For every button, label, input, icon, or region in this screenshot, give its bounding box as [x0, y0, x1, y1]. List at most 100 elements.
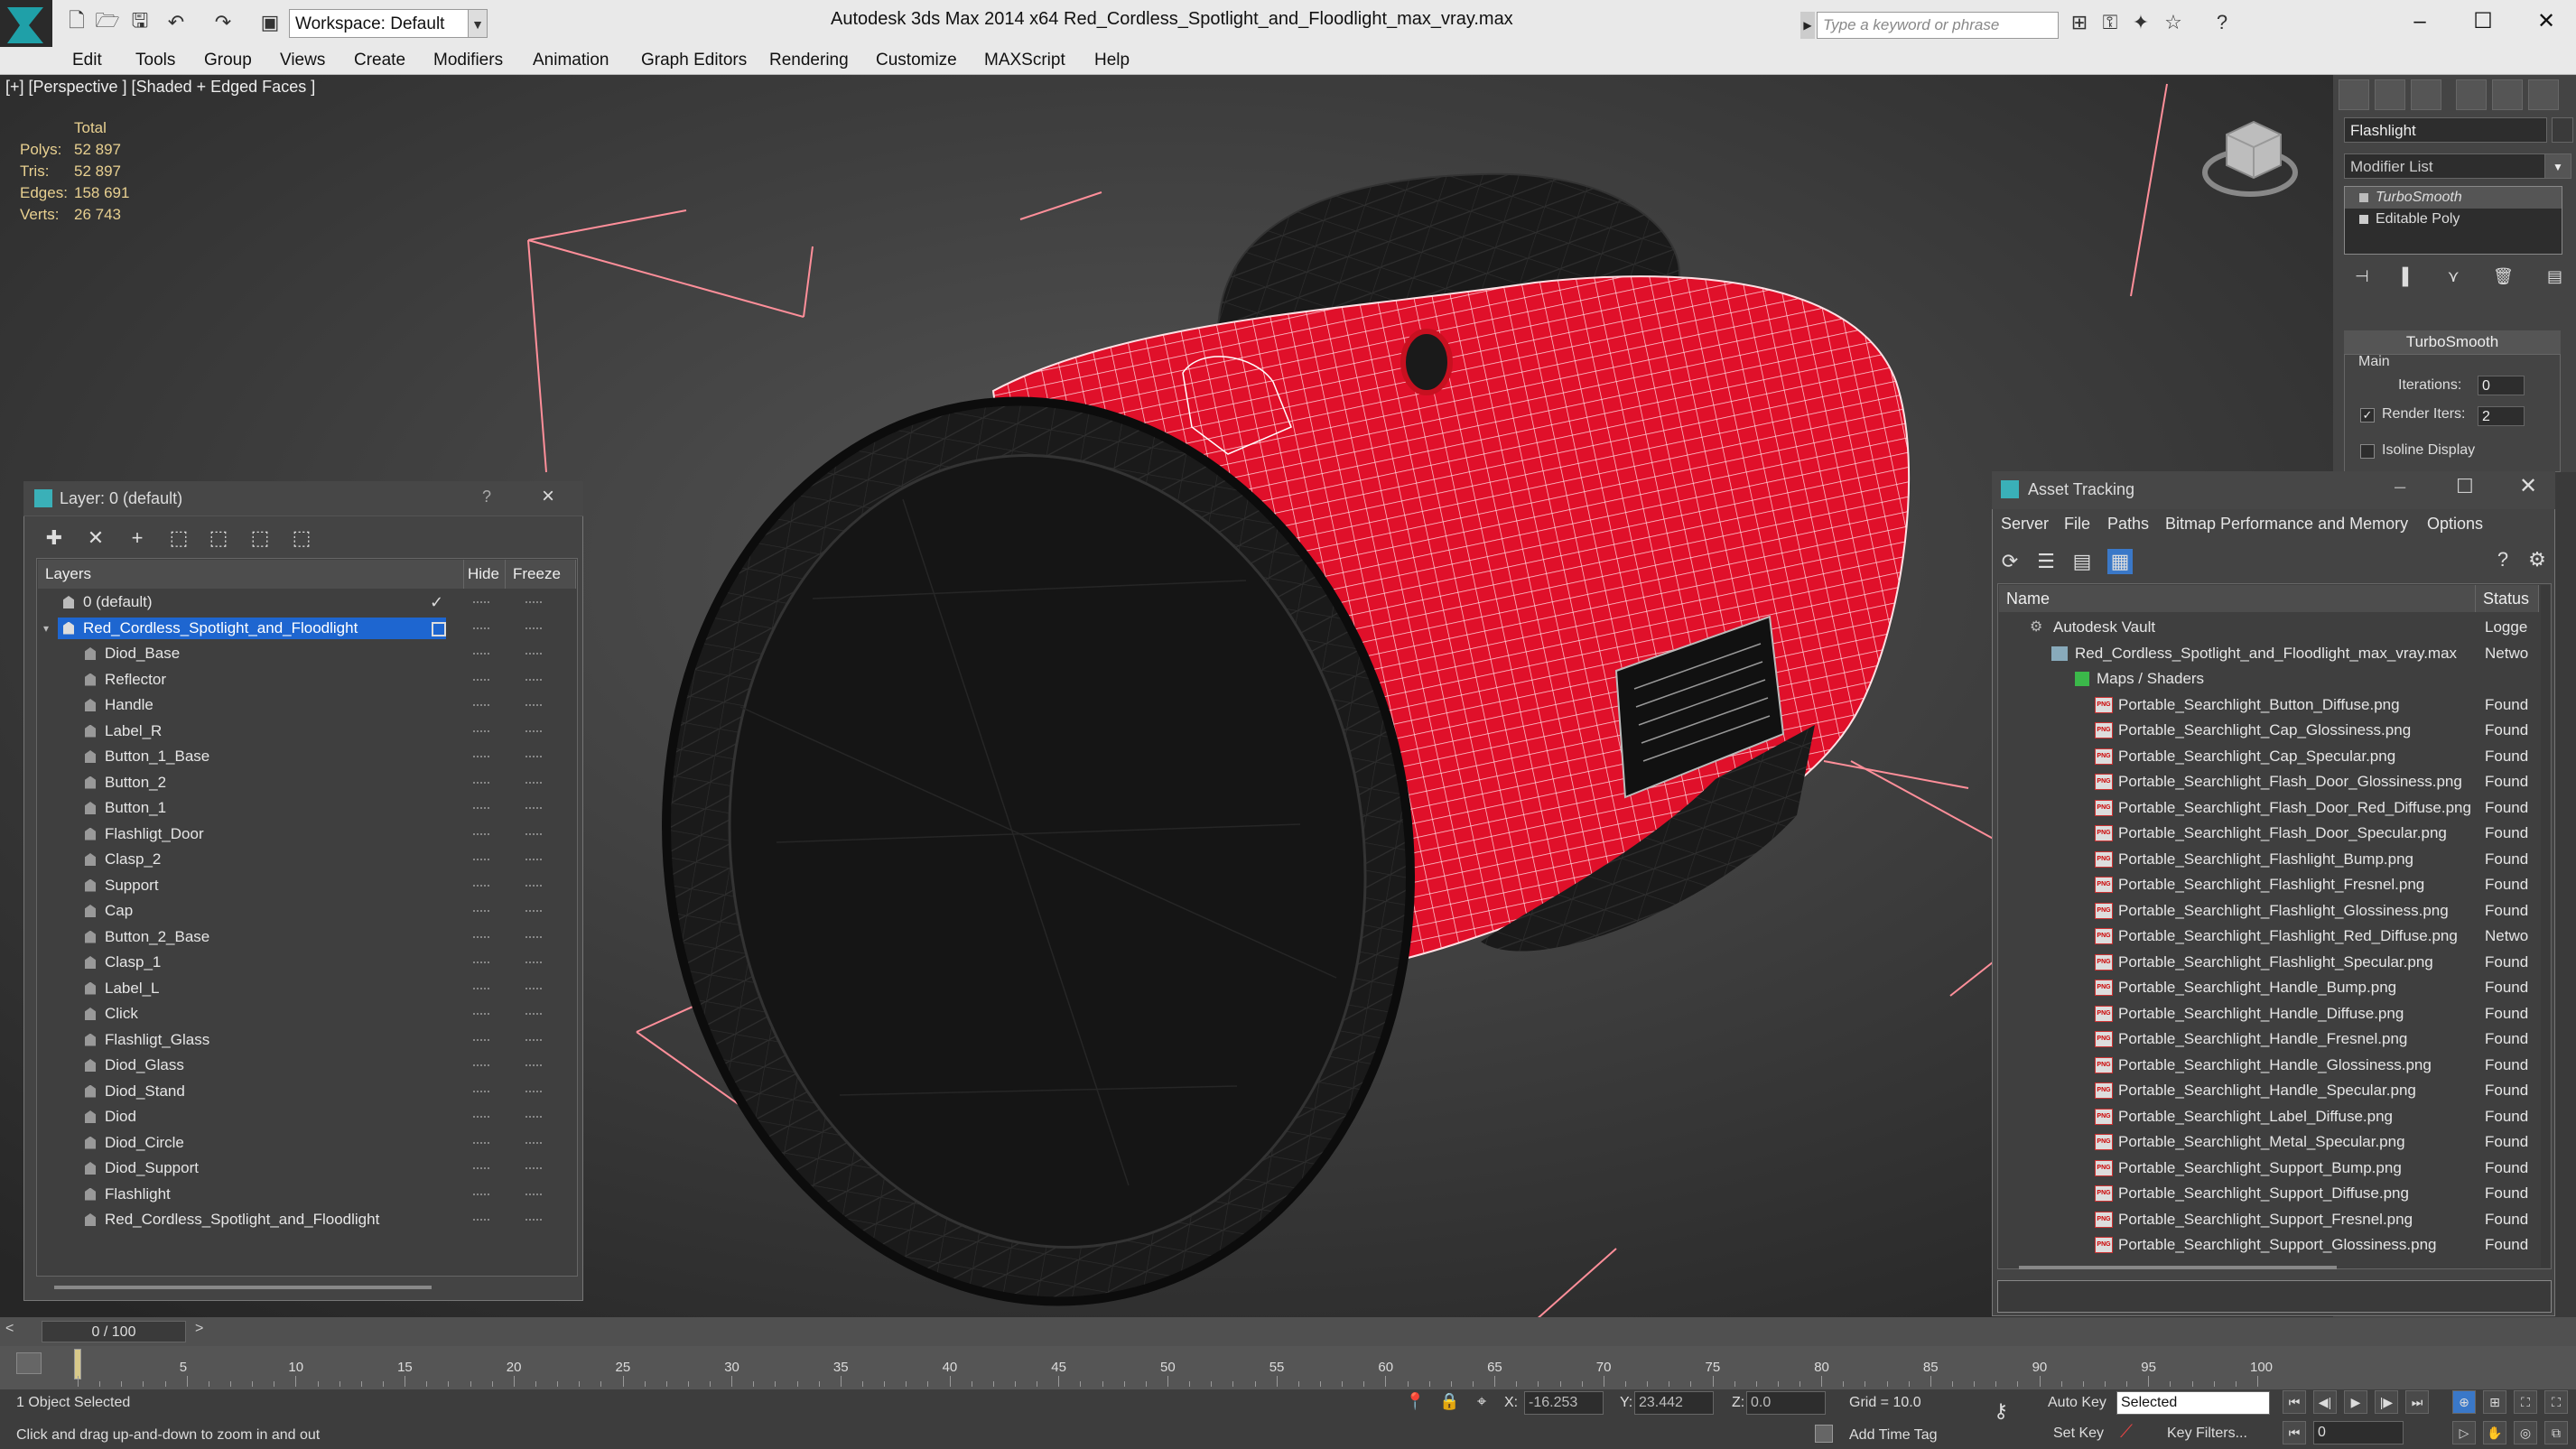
show-end-result-icon[interactable]: ▌ — [2403, 267, 2414, 294]
add-to-layer-icon[interactable]: + — [125, 525, 150, 551]
key-filters-button[interactable]: Key Filters... — [2167, 1426, 2247, 1442]
communication-icon[interactable]: ✦ — [2127, 9, 2154, 36]
key-mode-icon[interactable]: ⏮ — [2283, 1421, 2306, 1444]
layer-row-default[interactable]: 0 (default) ✓ — [38, 590, 576, 616]
freeze-toggle[interactable] — [525, 756, 542, 761]
layer-object-row[interactable]: Click — [38, 1001, 576, 1027]
hide-toggle[interactable] — [473, 987, 489, 993]
layer-object-row[interactable]: Button_1 — [38, 795, 576, 822]
hide-toggle[interactable] — [473, 1219, 489, 1224]
render-iters-checkbox[interactable]: ✓ — [2360, 408, 2375, 423]
make-unique-icon[interactable]: ⋎ — [2448, 267, 2460, 294]
help-icon[interactable]: ? — [2209, 9, 2236, 36]
asset-map-row[interactable]: PNG Portable_Searchlight_Flashlight_Bump.… — [1999, 847, 2539, 873]
freeze-toggle[interactable] — [525, 1038, 542, 1045]
layer-object-row[interactable]: Diod — [38, 1104, 576, 1130]
search-input[interactable]: Type a keyword or phrase — [1817, 12, 2059, 39]
layer-object-row[interactable]: Diod_Stand — [38, 1079, 576, 1105]
asset-map-row[interactable]: PNG Portable_Searchlight_Metal_Specular.p… — [1999, 1129, 2539, 1156]
key-set-dropdown[interactable]: Selected — [2116, 1391, 2270, 1415]
menu-modifiers[interactable]: Modifiers — [433, 47, 503, 74]
asset-map-row[interactable]: PNG Portable_Searchlight_Flashlight_Gloss… — [1999, 898, 2539, 924]
collapse-icon[interactable]: ▾ — [43, 616, 49, 642]
zoom-extents-icon[interactable]: ⛶ — [2514, 1390, 2537, 1414]
hide-toggle[interactable] — [473, 935, 489, 942]
layer-object-row[interactable]: Flashligt_Glass — [38, 1027, 576, 1054]
hide-toggle[interactable] — [473, 729, 489, 736]
hide-toggle[interactable] — [473, 1193, 489, 1199]
tree-view-icon[interactable]: ▤ — [2069, 549, 2095, 574]
iterations-spinner[interactable]: 0 — [2478, 376, 2525, 395]
settings-icon[interactable]: ⚙ — [2525, 547, 2550, 572]
save-icon[interactable]: 🖫 — [126, 9, 153, 36]
hide-toggle[interactable] — [473, 807, 489, 813]
turbosmooth-rollout-header[interactable]: TurboSmooth — [2344, 330, 2561, 354]
asset-map-row[interactable]: PNG Portable_Searchlight_Handle_Diffuse.p… — [1999, 1001, 2539, 1027]
freeze-toggle[interactable] — [525, 987, 542, 993]
freeze-toggle[interactable] — [525, 1090, 542, 1096]
freeze-toggle[interactable] — [525, 961, 542, 967]
asset-menu-paths[interactable]: Paths — [2107, 515, 2149, 534]
asset-map-row[interactable]: PNG Portable_Searchlight_Cap_Glossiness.p… — [1999, 718, 2539, 744]
current-frame-field[interactable]: 0 — [2313, 1421, 2404, 1444]
menu-help[interactable]: Help — [1094, 47, 1130, 74]
freeze-toggle[interactable] — [525, 653, 542, 658]
delete-layer-icon[interactable]: ✕ — [83, 525, 108, 551]
add-time-tag-button[interactable]: Add Time Tag — [1849, 1427, 1938, 1444]
maximize-viewport-icon[interactable]: ⧉ — [2544, 1421, 2568, 1444]
asset-map-row[interactable]: PNG Portable_Searchlight_Label_Diffuse.pn… — [1999, 1104, 2539, 1130]
hide-toggle[interactable] — [473, 704, 489, 710]
hierarchy-tab-icon[interactable] — [2411, 79, 2441, 110]
display-tab-icon[interactable] — [2492, 79, 2523, 110]
layer-object-row[interactable]: Flashlight — [38, 1182, 576, 1208]
minimize-icon[interactable]: – — [2395, 475, 2405, 498]
vertical-scrollbar[interactable] — [2541, 585, 2550, 1268]
freeze-toggle[interactable] — [525, 781, 542, 787]
menu-rendering[interactable]: Rendering — [769, 47, 849, 74]
freeze-toggle[interactable] — [525, 1141, 542, 1147]
menu-edit[interactable]: Edit — [72, 47, 102, 74]
freeze-toggle[interactable] — [525, 1167, 542, 1173]
layer-object-row[interactable]: Button_2 — [38, 770, 576, 796]
menu-graph-editors[interactable]: Graph Editors — [641, 47, 747, 74]
open-file-icon[interactable]: 🗁 — [94, 9, 121, 36]
selection-lock-icon[interactable]: 🔒 — [1439, 1392, 1459, 1411]
layer-object-row[interactable]: Button_2_Base — [38, 924, 576, 951]
layer-object-row[interactable]: Label_R — [38, 719, 576, 745]
layer-object-row[interactable]: Diod_Circle — [38, 1130, 576, 1156]
chevron-down-icon[interactable]: ▼ — [468, 9, 488, 38]
freeze-toggle[interactable] — [525, 601, 542, 607]
hide-all-icon[interactable]: ⬚ — [247, 525, 273, 551]
hide-toggle[interactable] — [473, 1090, 489, 1096]
mini-curve-editor-icon[interactable] — [16, 1352, 42, 1374]
hide-toggle[interactable] — [473, 653, 489, 658]
layer-object-row[interactable]: Red_Cordless_Spotlight_and_Floodlight — [38, 1207, 576, 1233]
active-layer-icon[interactable] — [432, 621, 446, 636]
z-coordinate-field[interactable]: 0.0 — [1746, 1391, 1826, 1415]
hide-toggle[interactable] — [473, 1167, 489, 1173]
prev-frame-icon[interactable]: < — [5, 1321, 14, 1337]
asset-map-row[interactable]: PNG Portable_Searchlight_Flash_Door_Specu… — [1999, 821, 2539, 847]
layer-object-row[interactable]: Handle — [38, 692, 576, 719]
isoline-display-checkbox[interactable] — [2360, 444, 2375, 459]
layer-object-row[interactable]: Support — [38, 873, 576, 899]
close-icon[interactable]: ✕ — [2519, 473, 2537, 499]
layer-object-row[interactable]: Diod_Base — [38, 641, 576, 667]
layer-object-row[interactable]: Button_1_Base — [38, 744, 576, 770]
highlight-layer-icon[interactable]: ⬚ — [206, 525, 231, 551]
object-color-swatch[interactable] — [2552, 117, 2573, 143]
help-icon[interactable]: ? — [2490, 547, 2516, 572]
close-icon[interactable]: ✕ — [2519, 5, 2573, 38]
asset-menu-bitmap-performance[interactable]: Bitmap Performance and Memory — [2165, 515, 2408, 534]
freeze-toggle[interactable] — [525, 678, 542, 684]
layer-object-row[interactable]: Diod_Support — [38, 1156, 576, 1182]
asset-map-row[interactable]: PNG Portable_Searchlight_Support_Glossine… — [1999, 1232, 2539, 1259]
table-view-icon[interactable]: ▦ — [2107, 549, 2133, 574]
asset-map-row[interactable]: PNG Portable_Searchlight_Flash_Door_Red_D… — [1999, 795, 2539, 822]
hide-toggle[interactable] — [473, 756, 489, 761]
freeze-toggle[interactable] — [525, 1116, 542, 1121]
asset-map-row[interactable]: PNG Portable_Searchlight_Flashlight_Fresn… — [1999, 872, 2539, 898]
pan-view-icon[interactable]: ✋ — [2483, 1421, 2506, 1444]
set-key-button[interactable]: Set Key — [2053, 1426, 2104, 1442]
asset-path-field[interactable] — [1997, 1280, 2552, 1313]
